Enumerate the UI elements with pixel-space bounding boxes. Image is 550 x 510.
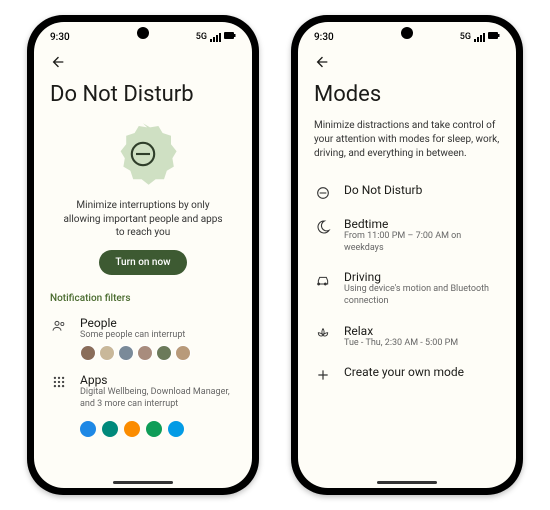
back-button[interactable] xyxy=(312,52,332,72)
mode-item-plus[interactable]: Create your own mode xyxy=(314,357,500,391)
signal-icon xyxy=(474,33,485,42)
people-avatars xyxy=(80,345,236,361)
mode-item-car[interactable]: DrivingUsing device's motion and Bluetoo… xyxy=(314,262,500,315)
signal-icon xyxy=(210,33,221,42)
mode-item-dnd[interactable]: Do Not Disturb xyxy=(314,175,500,209)
mode-title: Do Not Disturb xyxy=(344,183,500,197)
battery-icon xyxy=(488,32,500,42)
app-icon xyxy=(80,421,96,437)
camera-cutout xyxy=(137,27,149,39)
status-time: 9:30 xyxy=(50,32,70,43)
status-network: 5G xyxy=(460,32,471,42)
nav-handle[interactable] xyxy=(113,481,173,484)
back-button[interactable] xyxy=(48,52,68,72)
people-icon xyxy=(50,318,68,334)
mode-subtitle: From 11:00 PM – 7:00 AM on weekdays xyxy=(344,231,500,254)
dnd-icon xyxy=(314,185,332,201)
filter-people[interactable]: People Some people can interrupt xyxy=(50,310,236,368)
arrow-left-icon xyxy=(314,54,330,70)
mode-title: Create your own mode xyxy=(344,365,500,379)
apps-title: Apps xyxy=(80,373,236,387)
app-icon xyxy=(146,421,162,437)
avatar xyxy=(99,345,115,361)
apps-subtitle: Digital Wellbeing, Download Manager, and… xyxy=(80,387,236,410)
phone-dnd: 9:30 5G Do Not Disturb xyxy=(27,15,259,495)
battery-icon xyxy=(224,32,236,42)
status-network: 5G xyxy=(196,32,207,42)
notification-filters-label: Notification filters xyxy=(50,293,236,304)
app-icon xyxy=(124,421,140,437)
mode-item-moon[interactable]: BedtimeFrom 11:00 PM – 7:00 AM on weekda… xyxy=(314,209,500,262)
filter-apps[interactable]: Apps Digital Wellbeing, Download Manager… xyxy=(50,367,236,416)
arrow-left-icon xyxy=(50,54,66,70)
mode-title: Driving xyxy=(344,270,500,284)
app-icon xyxy=(168,421,184,437)
phone-modes: 9:30 5G Modes Minimize distractions and … xyxy=(291,15,523,495)
nav-handle[interactable] xyxy=(377,481,437,484)
dnd-badge-icon xyxy=(108,119,178,189)
plus-icon xyxy=(314,367,332,383)
mode-title: Bedtime xyxy=(344,217,500,231)
avatar xyxy=(118,345,134,361)
people-title: People xyxy=(80,316,236,330)
turn-on-button[interactable]: Turn on now xyxy=(99,250,186,275)
app-icons-row xyxy=(50,421,236,437)
lotus-icon xyxy=(314,326,332,342)
mode-item-lotus[interactable]: RelaxTue - Thu, 2:30 AM - 5:00 PM xyxy=(314,316,500,358)
modes-description: Minimize distractions and take control o… xyxy=(314,119,500,161)
moon-icon xyxy=(314,219,332,235)
dnd-hero: Minimize interruptions by only allowing … xyxy=(50,119,236,283)
dnd-hero-text: Minimize interruptions by only allowing … xyxy=(50,199,236,240)
mode-subtitle: Using device's motion and Bluetooth conn… xyxy=(344,284,500,307)
page-title: Modes xyxy=(314,82,500,107)
people-subtitle: Some people can interrupt xyxy=(80,330,236,342)
app-icon xyxy=(102,421,118,437)
avatar xyxy=(137,345,153,361)
avatar xyxy=(156,345,172,361)
mode-title: Relax xyxy=(344,324,500,338)
car-icon xyxy=(314,272,332,288)
apps-grid-icon xyxy=(50,375,68,389)
avatar xyxy=(175,345,191,361)
camera-cutout xyxy=(401,27,413,39)
status-time: 9:30 xyxy=(314,32,334,43)
mode-subtitle: Tue - Thu, 2:30 AM - 5:00 PM xyxy=(344,338,500,350)
avatar xyxy=(80,345,96,361)
page-title: Do Not Disturb xyxy=(50,82,236,107)
